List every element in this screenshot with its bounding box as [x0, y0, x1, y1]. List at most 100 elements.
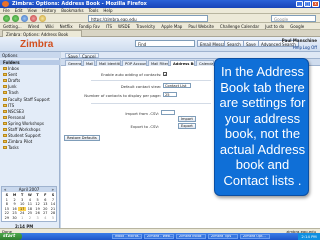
url-bar[interactable]: https://zimbra.eap.edu	[88, 15, 208, 22]
bookmark-item[interactable]: Fandip Fav	[79, 24, 100, 29]
folder-nscse3[interactable]: NSCSE3	[3, 109, 24, 114]
folder-label: Inbox	[8, 66, 19, 71]
export-label: Export to .CSV:	[130, 124, 160, 129]
folder-its[interactable]: ITS	[3, 103, 14, 108]
export-button[interactable]: Export	[178, 123, 196, 129]
maximize-button[interactable]: □	[304, 1, 311, 7]
callout-text: In the Address Book tab there are settin…	[219, 64, 306, 188]
folder-junk[interactable]: Junk	[3, 84, 17, 89]
bookmark-item[interactable]: Getting...	[3, 24, 22, 29]
menu-help[interactable]: Help	[103, 8, 112, 13]
menu-edit[interactable]: Edit	[15, 8, 23, 13]
default-view-label: Default contact view:	[120, 84, 161, 89]
calendar-day[interactable]: 4	[41, 216, 49, 221]
options-header: Options	[0, 52, 60, 58]
bookmark-item[interactable]: Google	[290, 24, 304, 29]
browser-navbar: https://zimbra.eap.edu Google	[0, 14, 320, 23]
save-search-button[interactable]: Save	[243, 40, 259, 47]
folder-icon	[3, 134, 7, 137]
import-button[interactable]: Import	[178, 116, 196, 122]
auto-add-label: Enable auto adding of contacts:	[101, 72, 162, 77]
bookmark-item[interactable]: Netflix	[60, 24, 73, 29]
folder-student-support[interactable]: Student Support	[3, 133, 41, 138]
folder-icon	[3, 98, 7, 101]
calendar-day[interactable]: 3	[34, 216, 42, 221]
folder-icon	[3, 110, 7, 113]
start-button[interactable]: start	[0, 233, 22, 240]
callout-box: In the Address Book tab there are settin…	[214, 58, 309, 196]
calendar-grid: S M T W T F S 1 2 3 4 5 6 7 8 9 10 11 12 13 14 15 16 17 18 19 20 21…	[3, 193, 57, 221]
mini-calendar: « April 2007 » S M T W T F S 1 2 3 4 5 6 7 8 9 10 11 12 13 1…	[1, 186, 57, 222]
folder-inbox[interactable]: Inbox	[3, 66, 19, 71]
menu-history[interactable]: History	[42, 8, 56, 13]
folder-faculty-staff-support[interactable]: Faculty Staff Support	[3, 97, 50, 102]
menu-tools[interactable]: Tools	[89, 8, 99, 13]
back-icon[interactable]	[3, 15, 10, 22]
reload-icon[interactable]	[21, 15, 28, 22]
folder-label: Spring Workshops	[8, 121, 44, 126]
browser-tab-zimbra[interactable]: Zimbra: Options: Address Book	[2, 30, 82, 37]
folder-label: Trash	[8, 90, 19, 95]
import-file-input[interactable]	[161, 110, 175, 115]
bookmark-item[interactable]: ITS	[106, 24, 112, 29]
calendar-day[interactable]: 1	[18, 216, 26, 221]
calendar-day[interactable]: 29	[3, 216, 11, 221]
menu-bookmarks[interactable]: Bookmarks	[61, 8, 83, 13]
stop-icon[interactable]	[30, 15, 37, 22]
search-button[interactable]: Search	[224, 40, 244, 47]
minimize-button[interactable]: _	[296, 1, 303, 7]
calendar-day[interactable]: 5	[49, 216, 57, 221]
bookmark-item[interactable]: Paul Website	[188, 24, 214, 29]
firefox-icon	[2, 1, 9, 7]
options-label[interactable]: Options	[2, 53, 17, 58]
bookmark-item[interactable]: Travelcity	[136, 24, 155, 29]
folder-icon	[3, 104, 7, 107]
taskbar-item[interactable]: Inbox - Micros...	[112, 234, 142, 239]
bookmark-item[interactable]: WSDE	[118, 24, 130, 29]
close-button[interactable]: x	[312, 1, 319, 7]
calendar-prev-button[interactable]: «	[4, 187, 6, 192]
restore-defaults-button[interactable]: Restore Defaults	[64, 135, 100, 141]
taskbar-clock: 2:14 PM	[298, 233, 320, 240]
zimbra-search-input[interactable]: Find	[135, 40, 195, 47]
default-view-select[interactable]: Contact List	[163, 83, 191, 88]
calendar-day[interactable]: 30	[11, 216, 19, 221]
folder-zimbra-pilot[interactable]: Zimbra Pilot	[3, 139, 32, 144]
menu-view[interactable]: View	[27, 8, 37, 13]
taskbar-item[interactable]: Zimbra Opt...	[240, 234, 270, 239]
browser-search-input[interactable]: Google	[271, 15, 316, 22]
folder-drafts[interactable]: Drafts	[3, 78, 20, 83]
bookmark-item[interactable]: Challenge Calendar	[220, 24, 259, 29]
per-page-select[interactable]: 25	[163, 92, 177, 97]
folder-label: Tasks	[8, 145, 19, 150]
calendar-header: « April 2007 »	[2, 187, 56, 192]
folder-personal[interactable]: Personal	[3, 115, 25, 120]
folder-icon	[3, 67, 7, 70]
folder-staff-workshops[interactable]: Staff Workshops	[3, 127, 40, 132]
taskbar-item[interactable]: Zimbra Tips	[208, 234, 238, 239]
forward-icon[interactable]	[12, 15, 19, 22]
bookmark-item[interactable]: Just to do	[265, 24, 284, 29]
calendar-next-button[interactable]: »	[52, 187, 54, 192]
logoff-link[interactable]: Log Off	[303, 45, 317, 50]
divider	[91, 103, 211, 104]
taskbar-item[interactable]: Zimbra - Web...	[144, 234, 174, 239]
calendar-day[interactable]: 2	[26, 216, 34, 221]
folder-icon	[3, 140, 7, 143]
bookmark-item[interactable]: Apple Map	[161, 24, 182, 29]
folders-header: Folders	[0, 60, 60, 65]
folder-spring-workshops[interactable]: Spring Workshops	[3, 121, 44, 126]
folder-sent[interactable]: Sent	[3, 72, 17, 77]
bookmark-item[interactable]: Wiki	[45, 24, 53, 29]
taskbar-item[interactable]: Zimbra Inbox	[176, 234, 206, 239]
home-icon[interactable]	[39, 15, 46, 22]
folder-label: ITS	[8, 103, 15, 108]
auto-add-checkbox[interactable]: ✓	[163, 72, 167, 77]
cancel-button[interactable]: Cancel	[79, 53, 99, 59]
menu-file[interactable]: File	[3, 8, 10, 13]
bookmark-item[interactable]: Wired	[28, 24, 40, 29]
help-link[interactable]: Help	[293, 45, 302, 50]
folder-icon	[3, 79, 7, 82]
folder-tasks[interactable]: Tasks	[3, 145, 19, 150]
folder-trash[interactable]: Trash	[3, 90, 19, 95]
